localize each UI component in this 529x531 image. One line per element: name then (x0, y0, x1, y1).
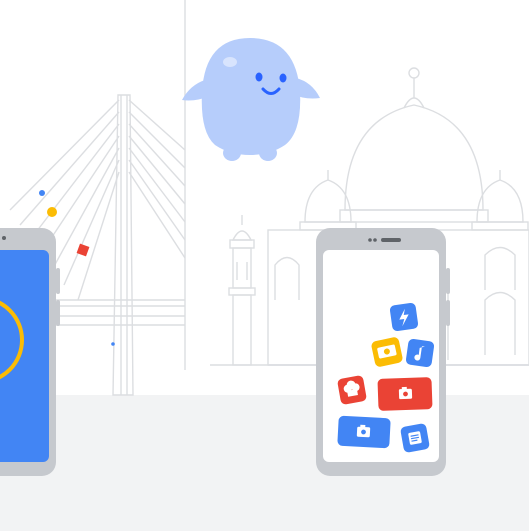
mascot-character (182, 38, 320, 161)
mascot-right-eye (279, 73, 287, 83)
confetti-dot-yellow (47, 207, 57, 217)
app-tile-chef[interactable] (337, 375, 367, 405)
app-tile-lightning[interactable] (389, 302, 419, 332)
notes-icon (408, 431, 422, 445)
app-tile-camera-blue[interactable] (337, 415, 391, 449)
mascot-left-eye (255, 72, 263, 82)
left-phone (0, 228, 60, 476)
app-tile-notes[interactable] (400, 423, 430, 453)
confetti-dot-small-blue (111, 342, 115, 346)
minaret (228, 215, 256, 366)
confetti-square-red (76, 243, 90, 257)
app-tile-music[interactable] (405, 338, 435, 368)
app-tile-camera-red[interactable] (377, 377, 433, 411)
floor (0, 395, 529, 531)
illustration-scene (0, 0, 529, 531)
confetti-dot-blue (39, 190, 45, 196)
